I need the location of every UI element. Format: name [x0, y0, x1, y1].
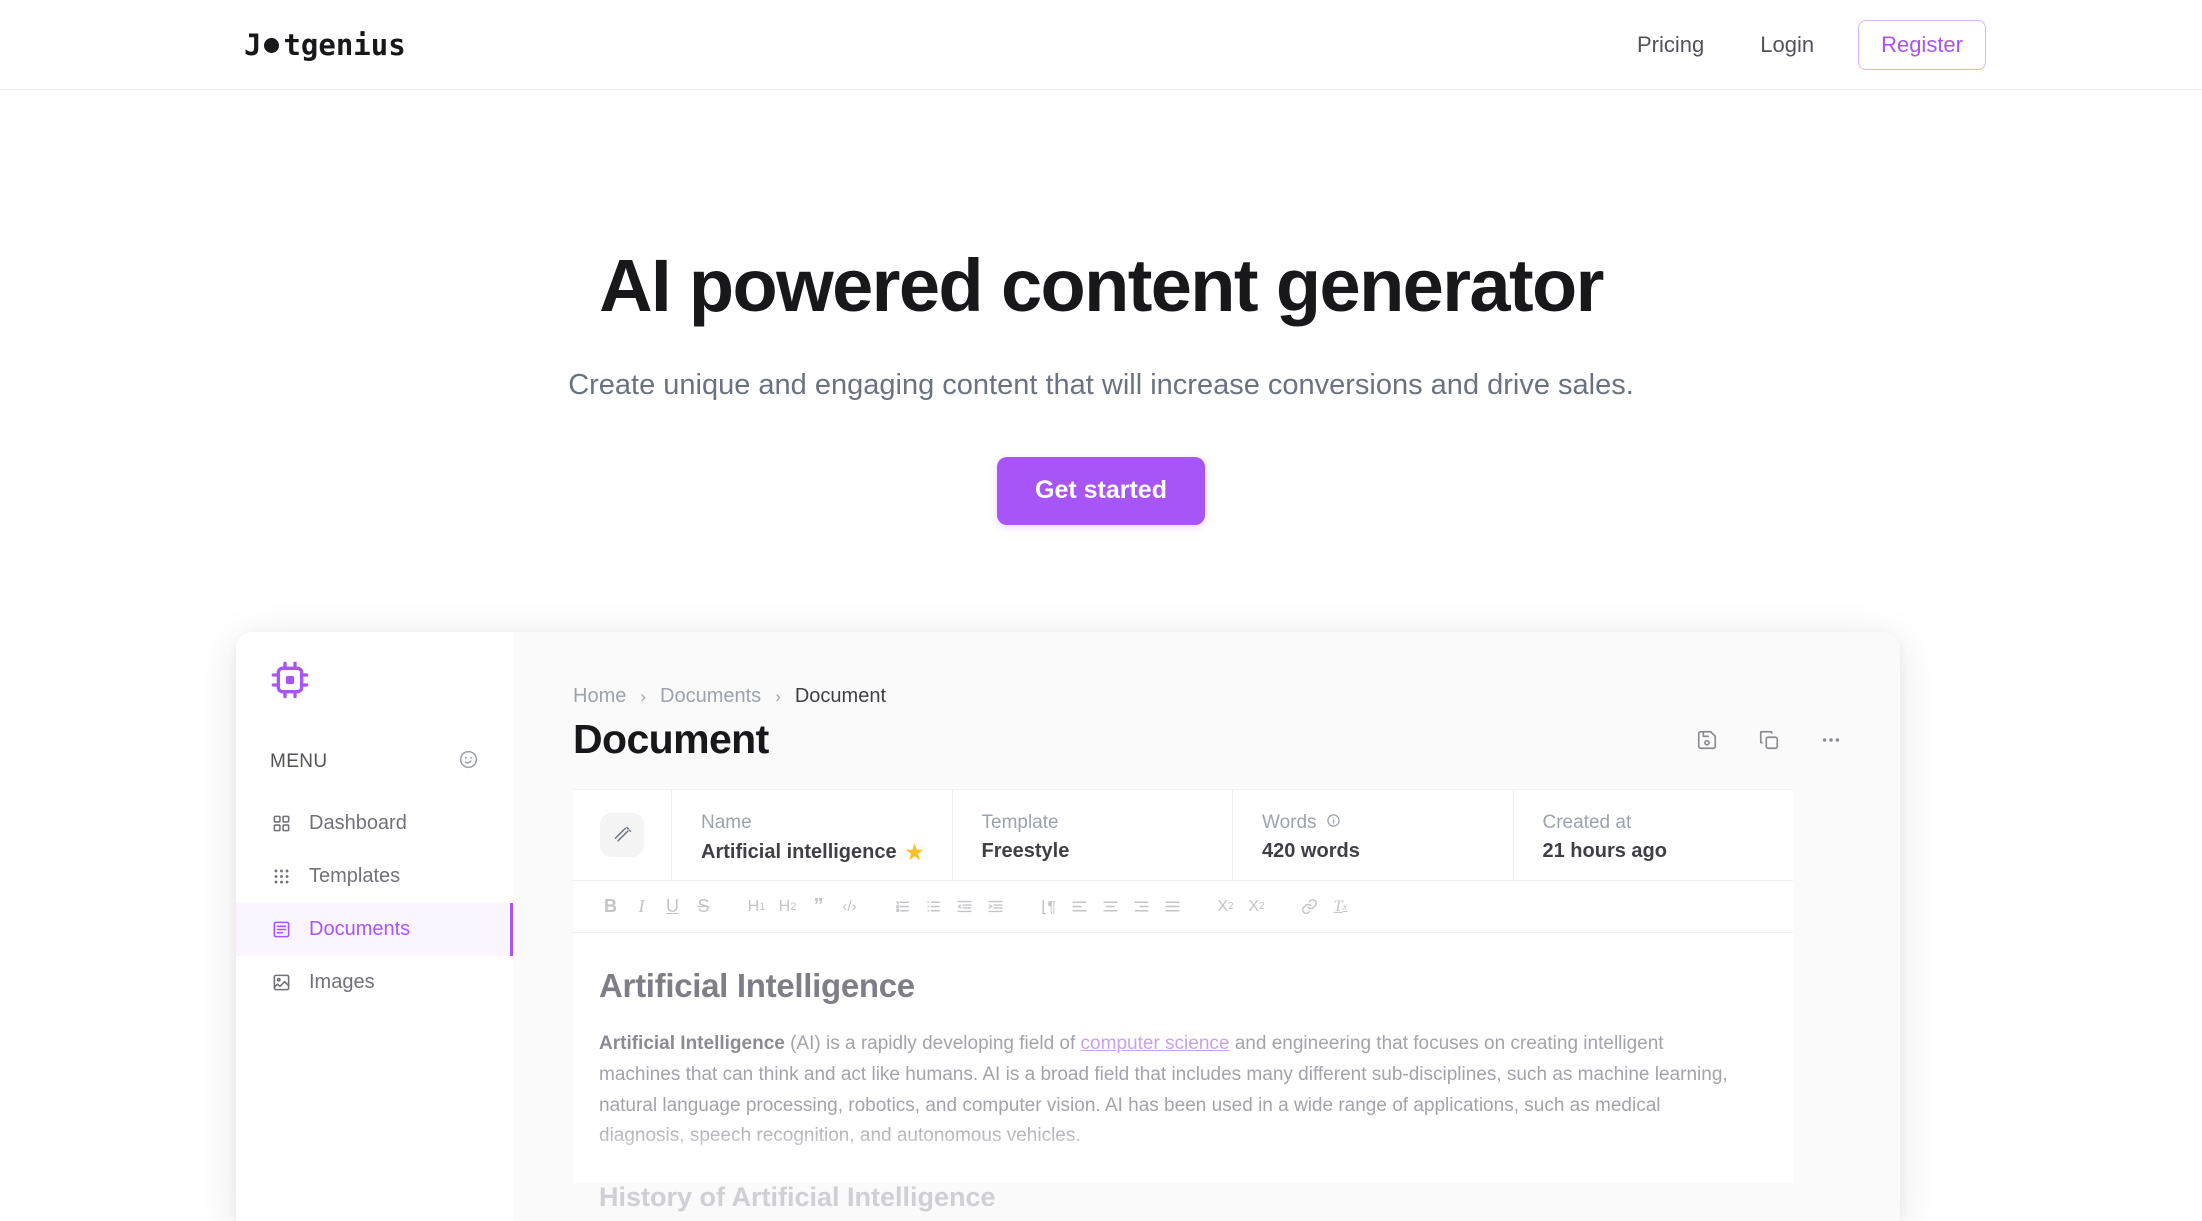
- text-direction-icon[interactable]: ⌊¶: [1033, 891, 1064, 922]
- document-heading-2: History of Artificial Intelligence: [599, 1182, 996, 1213]
- align-right-icon[interactable]: [1126, 891, 1157, 922]
- heading-1-icon[interactable]: H1: [741, 891, 772, 922]
- sidebar-item-dashboard[interactable]: Dashboard: [236, 797, 513, 850]
- nav-link-login[interactable]: Login: [1732, 33, 1842, 56]
- nav-link-pricing[interactable]: Pricing: [1609, 33, 1732, 56]
- template-value: Freestyle: [981, 840, 1070, 862]
- info-field-template: Template Freestyle: [951, 790, 1233, 880]
- save-icon[interactable]: [1696, 729, 1718, 751]
- outdent-icon[interactable]: [949, 891, 980, 922]
- grid-icon: [270, 813, 292, 835]
- sidebar-item-images[interactable]: Images: [236, 956, 513, 1009]
- blockquote-icon[interactable]: ”: [803, 891, 834, 922]
- dots-grid-icon: [270, 866, 292, 888]
- get-started-button[interactable]: Get started: [997, 457, 1205, 525]
- sidebar-item-documents[interactable]: Documents: [236, 903, 513, 956]
- document-title: Document: [573, 716, 769, 762]
- info-label: Name: [701, 812, 752, 833]
- bullet-list-icon[interactable]: [918, 891, 949, 922]
- more-options-icon[interactable]: [1820, 729, 1842, 751]
- hero-section: AI powered content generator Create uniq…: [0, 91, 2202, 525]
- info-label-wrap: Words: [1262, 812, 1513, 834]
- app-mockup: MENU Dashboard Templates Documents Image…: [236, 632, 1900, 1221]
- align-left-icon[interactable]: [1064, 891, 1095, 922]
- info-label: Created at: [1542, 812, 1632, 833]
- heading-2-icon[interactable]: H2: [772, 891, 803, 922]
- align-center-icon[interactable]: [1095, 891, 1126, 922]
- breadcrumb-item-home[interactable]: Home: [573, 685, 626, 708]
- document-actions: [1696, 729, 1842, 751]
- app-sidebar: MENU Dashboard Templates Documents Image…: [236, 632, 513, 1221]
- brand-logo[interactable]: J tgenius: [244, 28, 406, 62]
- breadcrumb-item-documents[interactable]: Documents: [660, 685, 761, 708]
- brand-prefix: J: [244, 27, 262, 62]
- site-header: J tgenius Pricing Login Register: [0, 0, 2202, 90]
- info-field-name: Name Artificial intelligence ★: [671, 790, 952, 880]
- sidebar-item-label: Documents: [309, 918, 411, 940]
- created-at-value: 21 hours ago: [1542, 840, 1667, 862]
- sidebar-item-templates[interactable]: Templates: [236, 850, 513, 903]
- info-label: Words: [1262, 812, 1317, 833]
- editor-toolbar: B I U S H1 H2 ” ‹/› ⌊¶ X 2 X 2 T x: [573, 881, 1793, 933]
- page-title: AI powered content generator: [599, 244, 1604, 327]
- cpu-chip-icon[interactable]: [270, 660, 513, 705]
- breadcrumb: Home › Documents › Document: [573, 685, 1900, 708]
- paragraph-lead: Artificial Intelligence: [599, 1033, 785, 1054]
- clear-format-icon[interactable]: Tx: [1325, 891, 1356, 922]
- image-icon: [270, 972, 292, 994]
- breadcrumb-item-document: Document: [794, 685, 887, 707]
- brand-suffix: tgenius: [283, 27, 406, 62]
- favorite-star-icon[interactable]: ★: [906, 840, 924, 865]
- info-leading-icon-cell: [573, 790, 671, 880]
- ordered-list-icon[interactable]: [887, 891, 918, 922]
- info-value-wrap: Artificial intelligence ★: [701, 840, 952, 865]
- paragraph-text-before-link: (AI) is a rapidly developing field of: [784, 1033, 1081, 1054]
- hero-cta-wrap: Get started: [0, 457, 2202, 525]
- menu-header: MENU: [270, 749, 479, 775]
- document-heading-1: Artificial Intelligence: [599, 967, 915, 1004]
- document-name-value: Artificial intelligence: [701, 841, 897, 863]
- superscript-icon[interactable]: X2: [1241, 891, 1272, 922]
- sidebar-item-label: Templates: [309, 865, 401, 887]
- info-circle-icon[interactable]: [1326, 812, 1341, 834]
- word-count-value: 420 words: [1262, 840, 1360, 862]
- chevron-right-icon: ›: [775, 686, 781, 706]
- strikethrough-icon[interactable]: S: [688, 891, 719, 922]
- info-field-created-at: Created at 21 hours ago: [1512, 790, 1794, 880]
- primary-nav: Pricing Login Register: [1609, 19, 1986, 70]
- link-icon[interactable]: [1294, 891, 1325, 922]
- menu-label: MENU: [270, 751, 328, 772]
- chevron-right-icon: ›: [640, 686, 647, 706]
- copy-icon[interactable]: [1758, 729, 1780, 751]
- info-field-words: Words 420 words: [1232, 790, 1513, 880]
- bold-icon[interactable]: B: [595, 891, 626, 922]
- sidebar-item-label: Dashboard: [309, 812, 407, 834]
- editor-body[interactable]: Artificial Intelligence Artificial Intel…: [573, 933, 1793, 1212]
- sidebar-item-label: Images: [309, 971, 375, 993]
- magic-wand-icon[interactable]: [600, 813, 644, 857]
- emoji-face-icon[interactable]: [458, 749, 479, 775]
- register-button[interactable]: Register: [1858, 19, 1986, 70]
- app-main: Home › Documents › Document Document Nam…: [513, 632, 1900, 1221]
- align-justify-icon[interactable]: [1157, 891, 1188, 922]
- filled-circle-icon: [264, 38, 280, 53]
- code-block-icon[interactable]: ‹/›: [834, 891, 865, 922]
- hero-subtitle: Create unique and engaging content that …: [568, 369, 1634, 402]
- indent-icon[interactable]: [980, 891, 1011, 922]
- document-list-icon: [270, 919, 292, 941]
- document-info-bar: Name Artificial intelligence ★ Template …: [573, 789, 1793, 881]
- italic-icon[interactable]: I: [626, 891, 657, 922]
- underline-icon[interactable]: U: [657, 891, 688, 922]
- subscript-icon[interactable]: X2: [1210, 891, 1241, 922]
- document-header: Document: [573, 716, 1842, 763]
- sidebar-nav: Dashboard Templates Documents Images: [236, 797, 513, 1009]
- computer-science-link[interactable]: computer science: [1081, 1033, 1230, 1054]
- document-paragraph: Artificial Intelligence (AI) is a rapidl…: [599, 1029, 1747, 1152]
- info-label: Template: [981, 812, 1059, 833]
